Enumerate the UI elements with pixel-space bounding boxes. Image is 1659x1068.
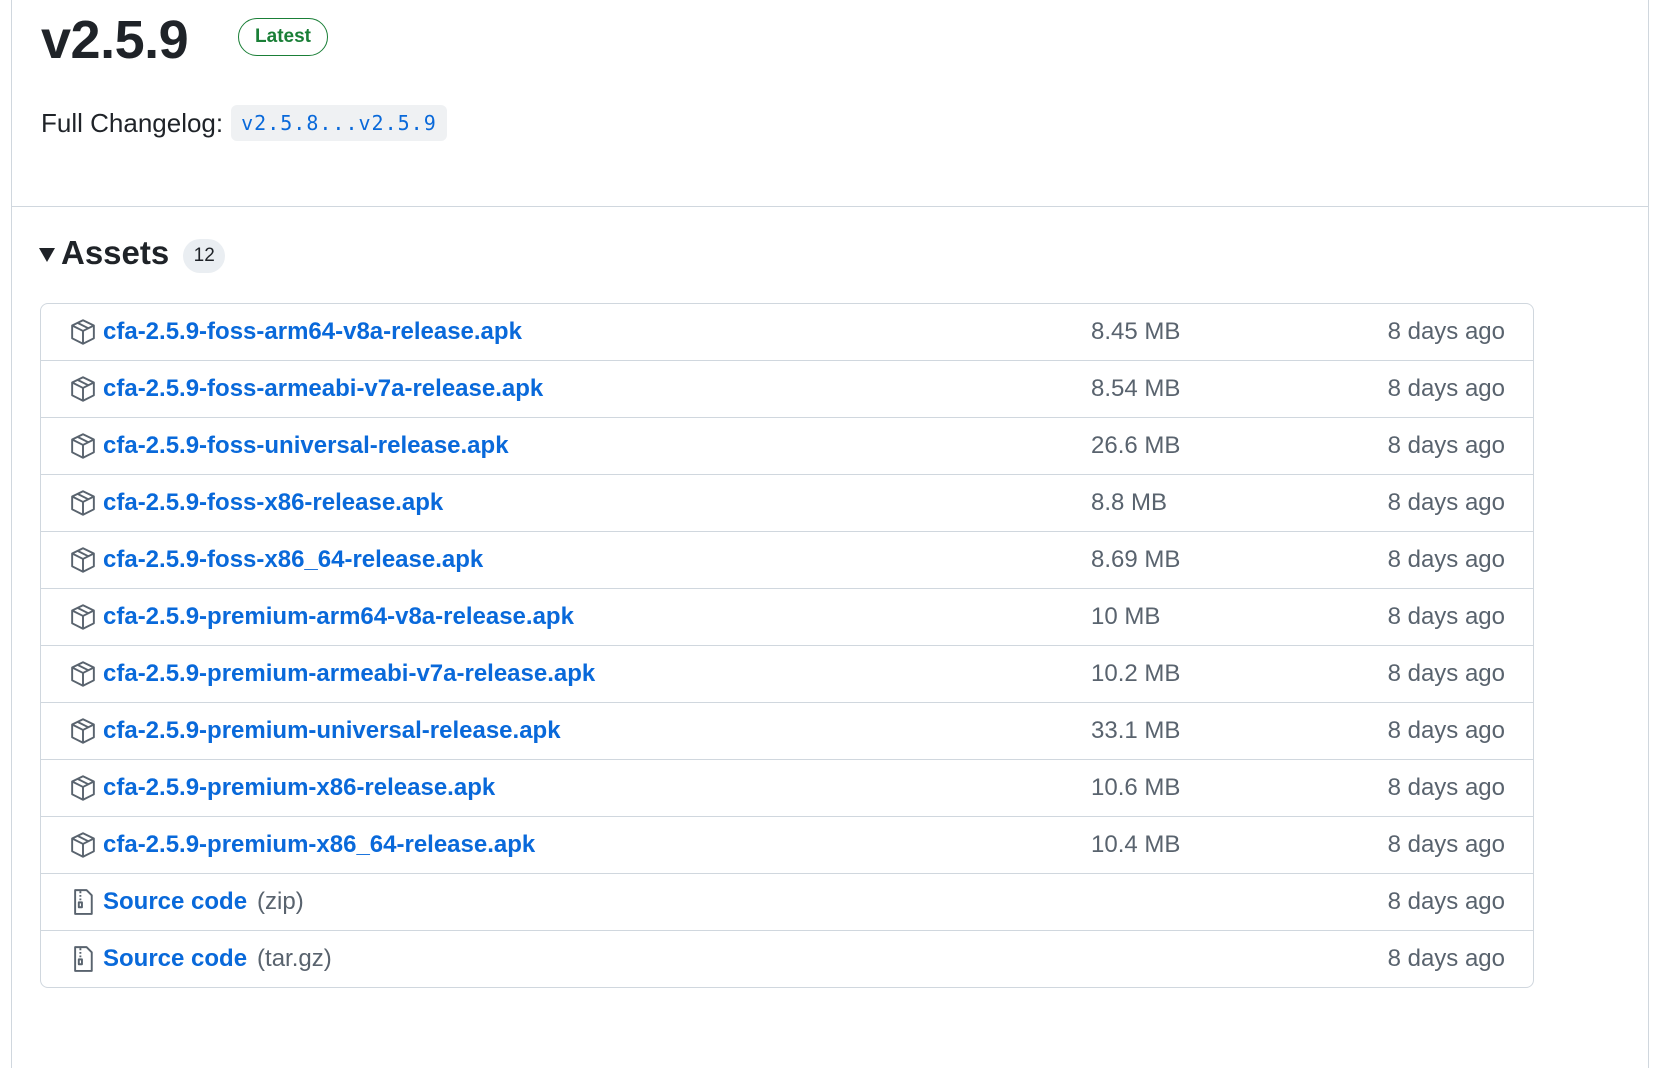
package-icon [69,774,97,802]
asset-name-text: cfa-2.5.9-premium-arm64-v8a-release.apk [103,603,574,630]
asset-size: 10.2 MB [1091,660,1181,687]
release-version-title[interactable]: v2.5.9 [41,0,189,80]
asset-format-suffix: (tar.gz) [257,945,332,972]
asset-name-text: cfa-2.5.9-foss-x86_64-release.apk [103,546,484,573]
assets-count-badge: 12 [183,239,226,273]
asset-download-link[interactable]: cfa-2.5.9-foss-arm64-v8a-release.apk [103,304,522,360]
package-icon [69,375,97,403]
asset-row: cfa-2.5.9-premium-armeabi-v7a-release.ap… [41,645,1533,702]
asset-name-text: Source code [103,945,248,972]
asset-row: cfa-2.5.9-foss-universal-release.apk 26.6… [41,417,1533,474]
asset-row: cfa-2.5.9-foss-arm64-v8a-release.apk 8.45… [41,304,1533,360]
package-icon [69,831,97,859]
asset-name-text: cfa-2.5.9-foss-arm64-v8a-release.apk [103,318,522,345]
asset-download-link[interactable]: cfa-2.5.9-premium-armeabi-v7a-release.ap… [103,646,595,702]
assets-list: cfa-2.5.9-foss-arm64-v8a-release.apk 8.45… [40,303,1534,988]
asset-download-link[interactable]: cfa-2.5.9-foss-x86_64-release.apk [103,532,483,588]
package-icon [69,603,97,631]
asset-name-text: Source code [103,888,248,915]
asset-name-text: cfa-2.5.9-premium-armeabi-v7a-release.ap… [103,660,596,687]
asset-row: cfa-2.5.9-premium-x86_64-release.apk 10.4… [41,816,1533,873]
asset-row: cfa-2.5.9-foss-armeabi-v7a-release.apk 8.… [41,360,1533,417]
asset-date: 8 days ago [1387,375,1505,402]
asset-name-text: cfa-2.5.9-premium-universal-release.apk [103,717,561,744]
caret-down-icon [39,248,55,262]
asset-date: 8 days ago [1387,489,1505,516]
asset-row: cfa-2.5.9-foss-x86_64-release.apk 8.69 MB… [41,531,1533,588]
asset-date: 8 days ago [1387,318,1505,345]
asset-name-text: cfa-2.5.9-foss-x86-release.apk [103,489,444,516]
asset-date: 8 days ago [1387,660,1505,687]
release-card: v2.5.9 Latest Full Changelog: v2.5.8...v… [11,0,1649,1068]
asset-size: 8.8 MB [1091,489,1168,516]
changelog-label: Full Changelog: [41,107,224,138]
asset-date: 8 days ago [1387,717,1505,744]
asset-row: cfa-2.5.9-premium-arm64-v8a-release.apk 1… [41,588,1533,645]
latest-badge: Latest [238,18,328,56]
asset-size: 10.6 MB [1091,774,1181,801]
asset-download-link[interactable]: Source code (tar.gz) [103,931,332,987]
asset-size: 33.1 MB [1091,717,1181,744]
asset-download-link[interactable]: cfa-2.5.9-premium-x86_64-release.apk [103,817,535,873]
asset-name-text: cfa-2.5.9-premium-x86_64-release.apk [103,831,536,858]
asset-row: Source code (zip) 8 days ago [41,873,1533,930]
file-zip-icon [69,945,97,973]
asset-row: cfa-2.5.9-premium-x86-release.apk 10.6 MB… [41,759,1533,816]
asset-date: 8 days ago [1387,603,1505,630]
asset-download-link[interactable]: cfa-2.5.9-premium-x86-release.apk [103,760,495,816]
asset-size: 8.69 MB [1091,546,1181,573]
package-icon [69,489,97,517]
asset-name-text: cfa-2.5.9-foss-universal-release.apk [103,432,509,459]
asset-name-text: cfa-2.5.9-foss-armeabi-v7a-release.apk [103,375,544,402]
asset-row: Source code (tar.gz) 8 days ago [41,930,1533,987]
asset-name-text: cfa-2.5.9-premium-x86-release.apk [103,774,496,801]
compare-range-link[interactable]: v2.5.8...v2.5.9 [231,105,447,141]
assets-toggle[interactable]: Assets 12 [39,232,226,274]
asset-download-link[interactable]: cfa-2.5.9-premium-arm64-v8a-release.apk [103,589,574,645]
asset-size: 8.45 MB [1091,318,1181,345]
asset-row: cfa-2.5.9-premium-universal-release.apk 3… [41,702,1533,759]
asset-download-link[interactable]: cfa-2.5.9-foss-x86-release.apk [103,475,443,531]
asset-size: 10.4 MB [1091,831,1181,858]
package-icon [69,717,97,745]
asset-date: 8 days ago [1387,432,1505,459]
package-icon [69,318,97,346]
asset-download-link[interactable]: cfa-2.5.9-foss-armeabi-v7a-release.apk [103,361,543,417]
asset-row: cfa-2.5.9-foss-x86-release.apk 8.8 MB 8 da… [41,474,1533,531]
asset-download-link[interactable]: cfa-2.5.9-premium-universal-release.apk [103,703,561,759]
asset-date: 8 days ago [1387,546,1505,573]
package-icon [69,660,97,688]
asset-date: 8 days ago [1387,945,1505,972]
package-icon [69,546,97,574]
assets-title: Assets [61,234,170,271]
asset-size: 10 MB [1091,603,1161,630]
file-zip-icon [69,888,97,916]
asset-download-link[interactable]: Source code (zip) [103,874,304,930]
asset-size: 26.6 MB [1091,432,1181,459]
asset-download-link[interactable]: cfa-2.5.9-foss-universal-release.apk [103,418,509,474]
asset-format-suffix: (zip) [257,888,304,915]
release-body: v2.5.9 Latest Full Changelog: v2.5.8...v… [12,0,1648,207]
package-icon [69,432,97,460]
asset-date: 8 days ago [1387,831,1505,858]
asset-date: 8 days ago [1387,774,1505,801]
asset-date: 8 days ago [1387,888,1505,915]
full-changelog: Full Changelog: v2.5.8...v2.5.9 [41,104,447,142]
asset-size: 8.54 MB [1091,375,1181,402]
